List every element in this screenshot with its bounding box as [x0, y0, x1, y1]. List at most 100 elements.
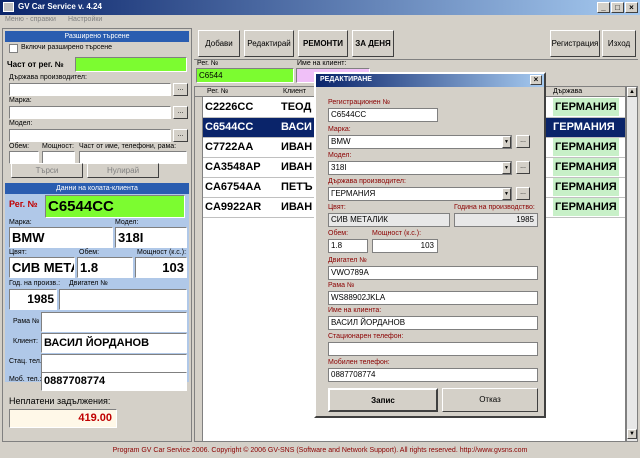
row-reg: CA3548AP: [205, 161, 261, 173]
edit-dialog: РЕДАКТИРАНЕ × Регистрационен № C6544CC М…: [314, 72, 546, 418]
row-country: ГЕРМАНИЯ: [553, 158, 619, 176]
row-client: ИВАН: [281, 141, 313, 153]
make-input[interactable]: [9, 106, 171, 119]
dlg-vol-label: Обем:: [328, 230, 349, 237]
repairs-button[interactable]: РЕМОНТИ: [298, 30, 348, 57]
reg-label: Рег. №: [9, 199, 38, 209]
pow2-label: Мощност (к.с.):: [137, 249, 187, 256]
engine-input[interactable]: [59, 289, 187, 310]
make-lookup-button[interactable]: ...: [173, 106, 188, 119]
row-client: ВАСИ: [281, 121, 312, 133]
dlg-pow-input[interactable]: 103: [372, 239, 438, 253]
dlg-model-select[interactable]: 318I: [328, 161, 512, 175]
menu-settings[interactable]: Настройки: [68, 16, 102, 23]
grid-header-reg[interactable]: Рег. №: [207, 88, 228, 95]
row-country: ГЕРМАНИЯ: [553, 121, 615, 133]
year-input[interactable]: 1985: [9, 289, 57, 310]
dlg-country-select[interactable]: ГЕРМАНИЯ: [328, 187, 512, 201]
dlg-phone-input[interactable]: [328, 342, 538, 356]
scroll-down-arrow-icon[interactable]: ▼: [627, 429, 637, 439]
ext-search-checkbox[interactable]: [9, 44, 18, 53]
menu-reports[interactable]: Меню - справки: [5, 16, 56, 23]
edit-button[interactable]: Редактирай: [244, 30, 294, 57]
part-reg-label: Част от рег. №: [7, 60, 64, 69]
year-label: Год. на произв.:: [9, 280, 61, 287]
row-reg: C7722AA: [205, 141, 254, 153]
row-reg: CA9922AR: [205, 201, 262, 213]
make2-input[interactable]: BMW: [9, 227, 113, 248]
row-reg: C2226CC: [205, 101, 254, 113]
mobile-label: Моб. тел.:: [9, 376, 42, 383]
dlg-pow-label: Мощност (к.с.):: [372, 230, 422, 237]
dlg-client-label: Име на клиента:: [328, 307, 382, 314]
country-label: Държава производител:: [9, 74, 87, 81]
dlg-cancel-button[interactable]: Отказ: [442, 388, 538, 412]
part-reg-input[interactable]: [75, 57, 187, 72]
dlg-country-dropdown-icon[interactable]: ▼: [502, 188, 511, 200]
color-input[interactable]: СИВ МЕТАЛ: [9, 257, 75, 278]
for-day-button[interactable]: ЗА ДЕНЯ: [352, 30, 394, 57]
ext-search-header: Разширено търсене: [5, 31, 189, 42]
dlg-year-input[interactable]: 1985: [454, 213, 538, 227]
client-label: Клиент:: [13, 338, 38, 345]
dlg-frame-input[interactable]: WS88902JKLA: [328, 291, 538, 305]
pow2-input[interactable]: 103: [135, 257, 187, 278]
dlg-model-lookup-button[interactable]: ...: [516, 161, 530, 174]
row-country: ГЕРМАНИЯ: [553, 98, 619, 116]
exit-button[interactable]: Изход: [602, 30, 636, 57]
dlg-engine-input[interactable]: VWO789A: [328, 266, 538, 280]
maximize-button[interactable]: □: [611, 2, 624, 13]
dlg-reg-input[interactable]: C6544CC: [328, 108, 438, 122]
minimize-button[interactable]: _: [597, 2, 610, 13]
color-label: Цвят:: [9, 249, 27, 256]
dlg-make-label: Марка:: [328, 126, 351, 133]
dlg-color-input[interactable]: СИВ МЕТАЛИК: [328, 213, 450, 227]
vol2-input[interactable]: 1.8: [77, 257, 133, 278]
model-lookup-button[interactable]: ...: [173, 129, 188, 142]
dlg-client-input[interactable]: ВАСИЛ ЙОРДАНОВ: [328, 316, 538, 330]
reset-button[interactable]: Нулирай: [87, 163, 159, 178]
dlg-vol-input[interactable]: 1.8: [328, 239, 368, 253]
dlg-model-dropdown-icon[interactable]: ▼: [502, 162, 511, 174]
unpaid-label: Неплатени задължения:: [9, 396, 111, 406]
dlg-save-button[interactable]: Запис: [328, 388, 438, 412]
dlg-make-dropdown-icon[interactable]: ▼: [502, 136, 511, 148]
row-reg: C6544CC: [205, 121, 254, 133]
grid-header-client[interactable]: Клиент: [283, 88, 306, 95]
dlg-make-select[interactable]: BMW: [328, 135, 512, 149]
register-button[interactable]: Регистрация: [550, 30, 600, 57]
close-button[interactable]: ×: [625, 2, 638, 13]
app-icon: [3, 2, 14, 12]
row-client: ИВАН: [281, 201, 313, 213]
vol2-label: Обем:: [79, 249, 100, 256]
reg-input[interactable]: C6544CC: [45, 195, 185, 218]
mobile-input[interactable]: 0887708774: [41, 372, 187, 391]
search-button[interactable]: Търси: [11, 163, 83, 178]
model2-label: Модел:: [115, 219, 139, 226]
dialog-close-button[interactable]: ×: [530, 75, 542, 85]
frame-input[interactable]: [41, 312, 187, 332]
grid-header-country[interactable]: Държава: [553, 88, 582, 95]
dialog-title-bar: РЕДАКТИРАНЕ ×: [316, 74, 544, 87]
row-country: ГЕРМАНИЯ: [553, 178, 619, 196]
client-input[interactable]: ВАСИЛ ЙОРДАНОВ: [41, 333, 187, 353]
dlg-make-lookup-button[interactable]: ...: [516, 135, 530, 148]
row-client: ТЕОД: [281, 101, 312, 113]
scroll-up-arrow-icon[interactable]: ▲: [627, 87, 637, 97]
filter-reg-input[interactable]: C6544: [196, 68, 294, 83]
dlg-mobile-input[interactable]: 0887708774: [328, 368, 538, 382]
volume-label: Обем:: [9, 143, 30, 150]
phone-input[interactable]: [41, 354, 187, 373]
model-input[interactable]: [9, 129, 171, 142]
dlg-country-lookup-button[interactable]: ...: [516, 187, 530, 200]
add-button[interactable]: Добави: [198, 30, 240, 57]
dlg-country-label: Държава производител:: [328, 178, 406, 185]
country-input[interactable]: [9, 83, 171, 96]
dlg-frame-label: Рама №: [328, 282, 355, 289]
model2-input[interactable]: 318I: [115, 227, 187, 248]
power-label: Мощност:: [42, 143, 74, 150]
phone-label: Стац. тел.:: [9, 358, 44, 365]
dlg-year-label: Година на производство:: [454, 204, 535, 211]
country-lookup-button[interactable]: ...: [173, 83, 188, 96]
grid-scrollbar[interactable]: ▲ ▼: [626, 86, 638, 442]
